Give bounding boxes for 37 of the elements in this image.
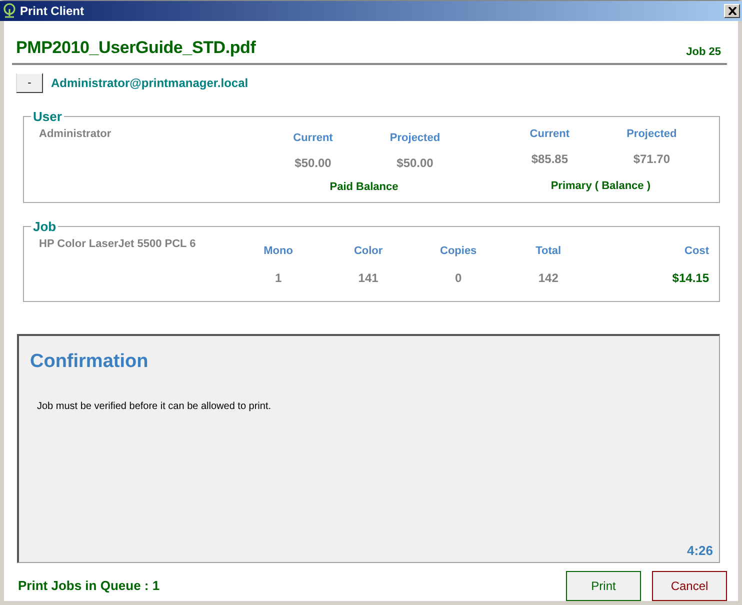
job-number: Job 25	[686, 45, 722, 60]
job-count: 0	[455, 270, 462, 287]
job-count: 141	[358, 270, 378, 287]
job-count: 1	[274, 270, 282, 287]
window-title: Print Client	[20, 3, 84, 20]
balance-value: $71.70	[633, 151, 670, 168]
balance-value: $50.00	[294, 155, 332, 172]
close-button[interactable]	[724, 4, 740, 18]
group-title: Job	[31, 218, 58, 234]
balance-label: Paid Balance	[330, 180, 398, 195]
panel-title: Confirmation	[30, 350, 150, 374]
column-heading: Current	[293, 130, 333, 146]
job-count: 142	[538, 270, 558, 287]
column-heading: Projected	[626, 126, 677, 142]
column-heading: Color	[354, 244, 383, 258]
queue-status: Print Jobs in Queue : 1	[18, 577, 160, 596]
cancel-button[interactable]: Cancel	[652, 571, 727, 601]
print-button[interactable]: Print	[566, 571, 641, 601]
close-icon	[728, 7, 736, 15]
document-name: PMP2010_UserGuide_STD.pdf	[16, 37, 256, 59]
column-heading: Copies	[440, 244, 477, 258]
printer-name: HP Color LaserJet 5500 PCL 6	[39, 236, 197, 252]
user-email: Administrator@printmanager.local	[51, 74, 248, 92]
column-heading: Cost	[684, 244, 709, 258]
collapse-button[interactable]: -	[16, 72, 43, 92]
column-heading: Projected	[390, 130, 440, 146]
balance-value: $85.85	[531, 151, 568, 168]
column-heading: Mono	[264, 244, 293, 258]
column-heading: Current	[530, 126, 570, 142]
job-cost: $14.15	[672, 270, 709, 287]
confirmation-message: Job must be verified before it can be allowed to print.	[37, 400, 272, 414]
column-heading: Total	[536, 244, 562, 258]
user-name: Administrator	[39, 126, 112, 142]
balance-label: Primary ( Balance )	[550, 179, 650, 194]
balance-value: $50.00	[396, 155, 434, 172]
app-icon	[2, 3, 17, 19]
countdown-timer: 4:26	[686, 542, 713, 560]
